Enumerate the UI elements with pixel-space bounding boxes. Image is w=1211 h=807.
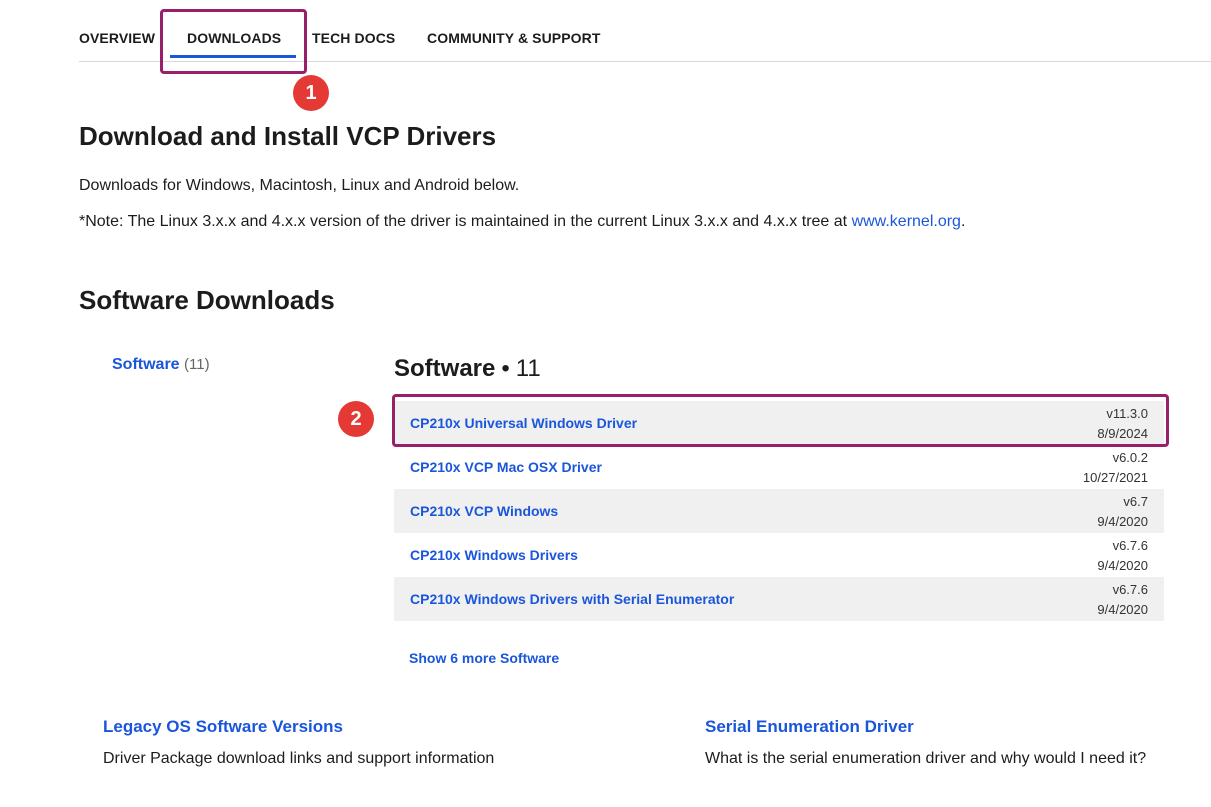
highlight-box-universal-driver <box>392 394 1169 447</box>
intro-text: Downloads for Windows, Macintosh, Linux … <box>79 177 520 194</box>
software-name[interactable]: CP210x Windows Drivers with Serial Enume… <box>410 591 734 607</box>
software-row[interactable]: CP210x Windows Drivers with Serial Enume… <box>394 577 1164 621</box>
linux-note-suffix: . <box>960 213 966 230</box>
filter-software[interactable]: Software (11) <box>112 356 210 374</box>
serial-enumeration-link[interactable]: Serial Enumeration Driver <box>705 717 914 737</box>
page-title: Download and Install VCP Drivers <box>79 121 497 151</box>
step-badge-2: 2 <box>338 401 374 437</box>
kernel-org-link[interactable]: www.kernel.org <box>852 213 961 230</box>
software-version: v6.0.2 <box>1112 450 1148 465</box>
section-title: Software Downloads <box>79 285 335 315</box>
linux-note: *Note: The Linux 3.x.x and 4.x.x version… <box>79 213 965 231</box>
software-row[interactable]: CP210x Windows Drivers v6.7.6 9/4/2020 <box>394 533 1164 577</box>
filter-software-label[interactable]: Software <box>112 356 180 373</box>
software-date: 9/4/2020 <box>1097 514 1148 529</box>
tab-tech-docs[interactable]: TECH DOCS <box>312 30 395 46</box>
software-list-count: 11 <box>515 355 541 382</box>
software-name[interactable]: CP210x Windows Drivers <box>410 547 578 563</box>
legacy-os-link[interactable]: Legacy OS Software Versions <box>103 717 343 737</box>
separator-dot: • <box>501 355 510 382</box>
step-badge-1: 1 <box>293 75 329 111</box>
serial-enumeration-description: What is the serial enumeration driver an… <box>705 750 1147 767</box>
tab-overview[interactable]: OVERVIEW <box>79 30 155 46</box>
show-more-software-link[interactable]: Show 6 more Software <box>409 650 559 666</box>
software-version: v6.7.6 <box>1112 582 1148 597</box>
filter-software-count: (11) <box>184 356 210 373</box>
software-version: v6.7.6 <box>1112 538 1148 553</box>
software-date: 10/27/2021 <box>1082 470 1148 485</box>
software-version: v6.7 <box>1123 494 1148 509</box>
linux-note-text: *Note: The Linux 3.x.x and 4.x.x version… <box>79 213 852 230</box>
software-name[interactable]: CP210x VCP Windows <box>410 503 558 519</box>
software-list-title: Software • 11 <box>394 355 541 383</box>
software-row[interactable]: CP210x VCP Mac OSX Driver v6.0.2 10/27/2… <box>394 445 1164 489</box>
tab-community-support[interactable]: COMMUNITY & SUPPORT <box>427 30 601 46</box>
software-row[interactable]: CP210x VCP Windows v6.7 9/4/2020 <box>394 489 1164 533</box>
legacy-os-description: Driver Package download links and suppor… <box>103 750 495 767</box>
software-name[interactable]: CP210x VCP Mac OSX Driver <box>410 459 602 475</box>
software-date: 9/4/2020 <box>1097 602 1148 617</box>
software-date: 9/4/2020 <box>1097 558 1148 573</box>
highlight-box-downloads <box>160 9 307 74</box>
software-list-heading: Software <box>394 355 496 382</box>
